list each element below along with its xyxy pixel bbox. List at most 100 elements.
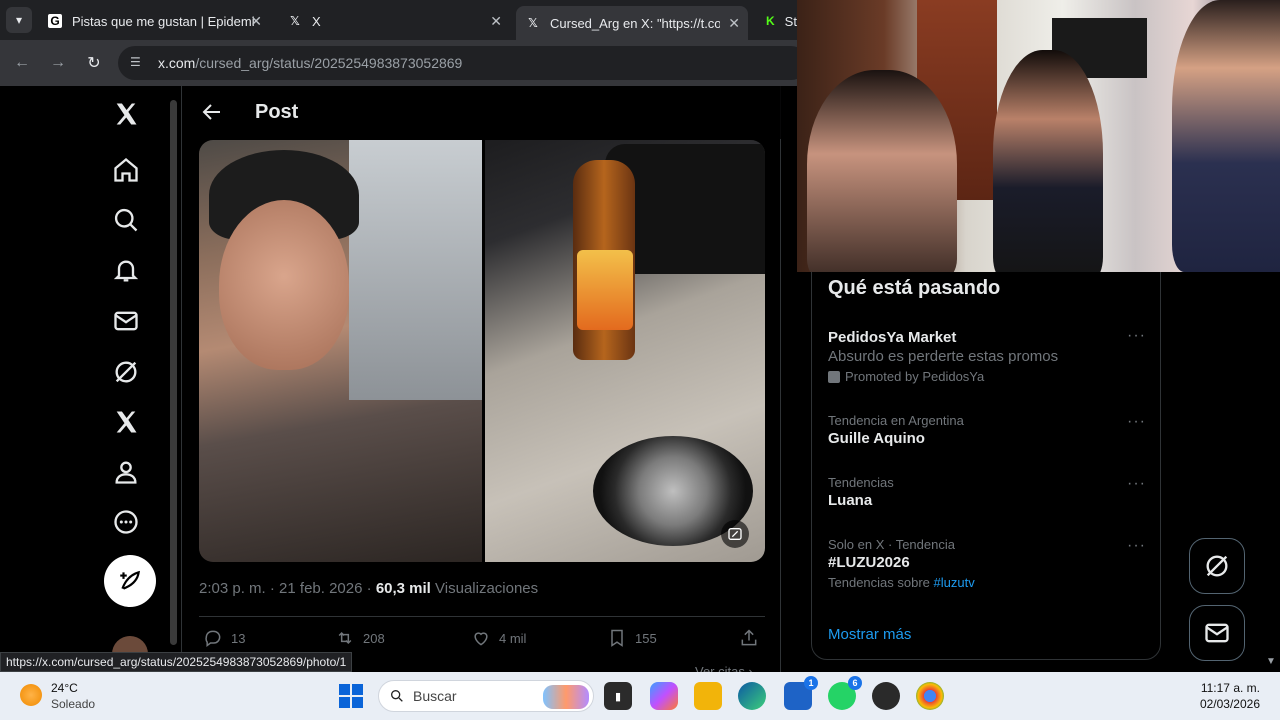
image-edit-icon[interactable]: [721, 520, 749, 548]
mail-icon: [1205, 623, 1229, 643]
promoted-icon: [828, 370, 840, 383]
tab-x[interactable]: 𝕏 X ✕: [278, 6, 510, 36]
back-icon[interactable]: ←: [4, 54, 40, 72]
tab-cursed-arg[interactable]: 𝕏 Cursed_Arg en X: "https://t.co/( ✕: [516, 6, 748, 40]
tab-title: Pistas que me gustan | Epidemi: [72, 13, 255, 29]
reload-icon[interactable]: ↻: [76, 53, 112, 73]
trend-item[interactable]: Tendencias Luana ···: [828, 475, 1146, 509]
store-badge: 1: [804, 676, 818, 690]
more-options-icon[interactable]: ···: [1127, 475, 1146, 493]
back-arrow-icon[interactable]: [200, 100, 224, 124]
sun-icon[interactable]: [20, 684, 42, 706]
premium-icon[interactable]: [110, 406, 142, 438]
clock-time[interactable]: 11:17 a. m.: [1201, 681, 1260, 695]
grok-fab-button[interactable]: [1189, 538, 1245, 594]
trend-category: Tendencias: [828, 475, 894, 490]
post-photo-2[interactable]: [485, 140, 765, 562]
weather-condition[interactable]: Soleado: [51, 697, 95, 711]
trend-category: Tendencia en Argentina: [828, 413, 964, 428]
weather-temperature[interactable]: 24°C: [51, 681, 78, 695]
trend-description: Absurdo es perderte estas promos: [828, 348, 1059, 365]
tab-search-button[interactable]: ▾: [6, 7, 32, 33]
x-icon: 𝕏: [528, 16, 538, 30]
url-path: /cursed_arg/status/2025254983873052869: [195, 55, 463, 71]
close-icon[interactable]: ✕: [728, 15, 740, 32]
share-button[interactable]: [739, 628, 767, 648]
trend-item[interactable]: Tendencia en Argentina Guille Aquino ···: [828, 413, 1146, 447]
share-icon: [741, 629, 757, 646]
reply-count: 13: [231, 630, 246, 646]
bookmark-icon: [611, 629, 623, 647]
feather-icon: [120, 570, 140, 590]
copilot-icon[interactable]: [650, 682, 678, 710]
chrome-icon[interactable]: [916, 682, 944, 710]
repost-count: 208: [363, 630, 385, 646]
post-views-label: Visualizaciones: [435, 580, 539, 597]
search-placeholder: Buscar: [413, 688, 457, 704]
repost-button[interactable]: 208: [335, 628, 385, 648]
post-media[interactable]: [199, 140, 765, 562]
page-title: Post: [255, 101, 299, 123]
show-more-link[interactable]: Mostrar más: [828, 626, 911, 643]
divider: [199, 616, 765, 617]
genius-icon: G: [48, 14, 62, 28]
left-navigation: [100, 86, 160, 672]
search-icon[interactable]: [110, 204, 142, 236]
post-meta: 2:03 p. m. · 21 feb. 2026 · 60,3 mil Vis…: [199, 580, 539, 597]
like-button[interactable]: 4 mil: [471, 628, 526, 648]
site-info-icon[interactable]: ☰: [130, 55, 146, 71]
browser-tab-bar: ▾ G Pistas que me gustan | Epidemi ✕ 𝕏 X…: [0, 0, 800, 40]
more-icon[interactable]: [110, 506, 142, 538]
task-view-icon[interactable]: ▮: [604, 682, 632, 710]
messages-fab-button[interactable]: [1189, 605, 1245, 661]
taskbar-search-input[interactable]: Buscar: [378, 680, 594, 712]
trend-name: PedidosYa Market: [828, 329, 957, 346]
tab-title: X: [312, 13, 321, 29]
promoted-label: Promoted by PedidosYa: [828, 369, 1146, 384]
store-icon[interactable]: 1: [784, 676, 818, 710]
profile-icon[interactable]: [110, 456, 142, 488]
app-icon[interactable]: [872, 682, 900, 710]
home-icon[interactable]: [110, 154, 142, 186]
repost-icon: [338, 631, 352, 645]
trend-item[interactable]: Solo en X · Tendencia #LUZU2026 Tendenci…: [828, 537, 1146, 590]
forward-icon[interactable]: →: [40, 54, 76, 72]
messages-icon[interactable]: [110, 305, 142, 337]
bookmark-button[interactable]: 155: [607, 628, 657, 648]
main-scrollbar[interactable]: [168, 90, 178, 660]
windows-start-icon[interactable]: [339, 684, 363, 708]
compose-post-button[interactable]: [104, 555, 156, 607]
tab-kick[interactable]: K St: [756, 6, 800, 36]
clock-date[interactable]: 02/03/2026: [1200, 697, 1260, 711]
tab-epidemic[interactable]: G Pistas que me gustan | Epidemi ✕: [38, 6, 270, 36]
post-date[interactable]: 21 feb. 2026: [279, 580, 362, 597]
x-icon: 𝕏: [290, 14, 300, 28]
tab-title: St: [784, 13, 797, 29]
like-count: 4 mil: [499, 630, 527, 646]
post-time[interactable]: 2:03 p. m.: [199, 580, 266, 597]
trend-name: Luana: [828, 492, 873, 509]
scroll-thumb[interactable]: [170, 100, 177, 645]
x-logo-icon[interactable]: [110, 98, 142, 130]
post-header: Post: [182, 86, 782, 139]
notifications-icon[interactable]: [110, 255, 142, 287]
scroll-down-arrow-icon[interactable]: ▼: [1266, 656, 1276, 667]
trend-item-promoted[interactable]: PedidosYa Market Absurdo es perderte est…: [828, 327, 1146, 384]
trends-panel: Qué está pasando PedidosYa Market Absurd…: [811, 236, 1161, 660]
url-host: x.com: [158, 55, 196, 71]
search-icon: [391, 690, 403, 702]
post-photo-1[interactable]: [199, 140, 482, 562]
url-input[interactable]: ☰ x.com/cursed_arg/status/20252549838730…: [118, 46, 808, 80]
more-options-icon[interactable]: ···: [1127, 537, 1146, 555]
whatsapp-icon[interactable]: 6: [828, 676, 862, 710]
reply-button[interactable]: 13: [203, 628, 245, 648]
file-explorer-icon[interactable]: [694, 682, 722, 710]
close-icon[interactable]: ✕: [490, 13, 502, 30]
close-icon[interactable]: ✕: [250, 13, 262, 30]
more-options-icon[interactable]: ···: [1127, 327, 1146, 345]
edge-icon[interactable]: [738, 682, 766, 710]
more-options-icon[interactable]: ···: [1127, 413, 1146, 431]
trend-name: #LUZU2026: [828, 554, 910, 571]
trend-related-link[interactable]: #luzutv: [934, 575, 975, 590]
grok-icon[interactable]: [110, 356, 142, 388]
